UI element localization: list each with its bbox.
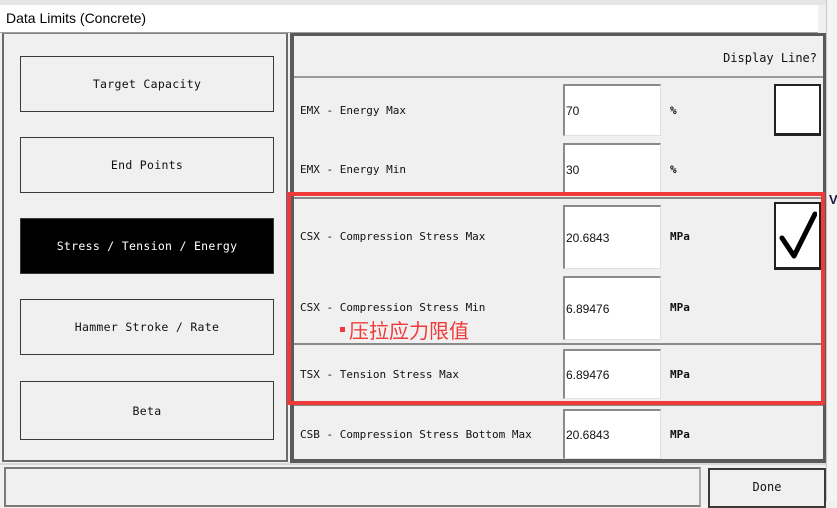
background-window-edge: V <box>826 0 837 501</box>
footer-divider <box>0 463 826 465</box>
title-bar: Data Limits (Concrete) <box>0 5 818 33</box>
category-panel: Target Capacity End Points Stress / Tens… <box>2 33 288 462</box>
display-line-header: Display Line? <box>723 51 817 65</box>
row-label-compression-stress-max: CSX - Compression Stress Max <box>300 230 486 243</box>
annotation-text: 压拉应力限值 <box>349 319 469 343</box>
unit-energy-min: % <box>670 163 677 176</box>
row-label-compression-stress-min: CSX - Compression Stress Min <box>300 301 486 314</box>
nav-button-beta[interactable]: Beta <box>20 381 274 440</box>
unit-tension-stress-max: MPa <box>670 368 690 381</box>
nav-button-stress-tension-energy[interactable]: Stress / Tension / Energy <box>20 218 274 274</box>
row-label-tension-stress-max: TSX - Tension Stress Max <box>300 368 459 381</box>
annotation-label: 压拉应力限值 <box>340 315 469 344</box>
nav-button-hammer-stroke-rate[interactable]: Hammer Stroke / Rate <box>20 299 274 355</box>
status-area <box>4 467 701 507</box>
unit-energy-max: % <box>670 104 677 117</box>
done-button[interactable]: Done <box>708 468 826 508</box>
compression-stress-bottom-max-input[interactable] <box>563 409 661 459</box>
compression-stress-min-input[interactable] <box>563 276 661 340</box>
panel-header: Display Line? <box>294 36 823 78</box>
row-label-energy-max: EMX - Energy Max <box>300 104 406 117</box>
energy-min-input[interactable] <box>563 143 661 195</box>
bullet-icon <box>340 327 345 332</box>
checkmark-icon <box>779 211 817 259</box>
group-separator <box>294 197 823 199</box>
row-label-energy-min: EMX - Energy Min <box>300 163 406 176</box>
display-line-checkbox-csx[interactable] <box>774 202 821 270</box>
group-separator <box>294 404 823 406</box>
unit-compression-stress-min: MPa <box>670 301 690 314</box>
unit-compression-stress-max: MPa <box>670 230 690 243</box>
limits-panel: Display Line? EMX - Energy Max % EMX - E… <box>290 33 826 463</box>
row-label-compression-stress-bottom-max: CSB - Compression Stress Bottom Max <box>300 428 532 441</box>
display-line-checkbox-emx[interactable] <box>774 84 821 136</box>
energy-max-input[interactable] <box>563 84 661 136</box>
tension-stress-max-input[interactable] <box>563 349 661 399</box>
background-window-letter: V <box>829 192 837 207</box>
window-title: Data Limits (Concrete) <box>6 10 147 26</box>
nav-button-target-capacity[interactable]: Target Capacity <box>20 56 274 112</box>
unit-compression-stress-bottom-max: MPa <box>670 428 690 441</box>
compression-stress-max-input[interactable] <box>563 205 661 269</box>
nav-button-end-points[interactable]: End Points <box>20 137 274 193</box>
